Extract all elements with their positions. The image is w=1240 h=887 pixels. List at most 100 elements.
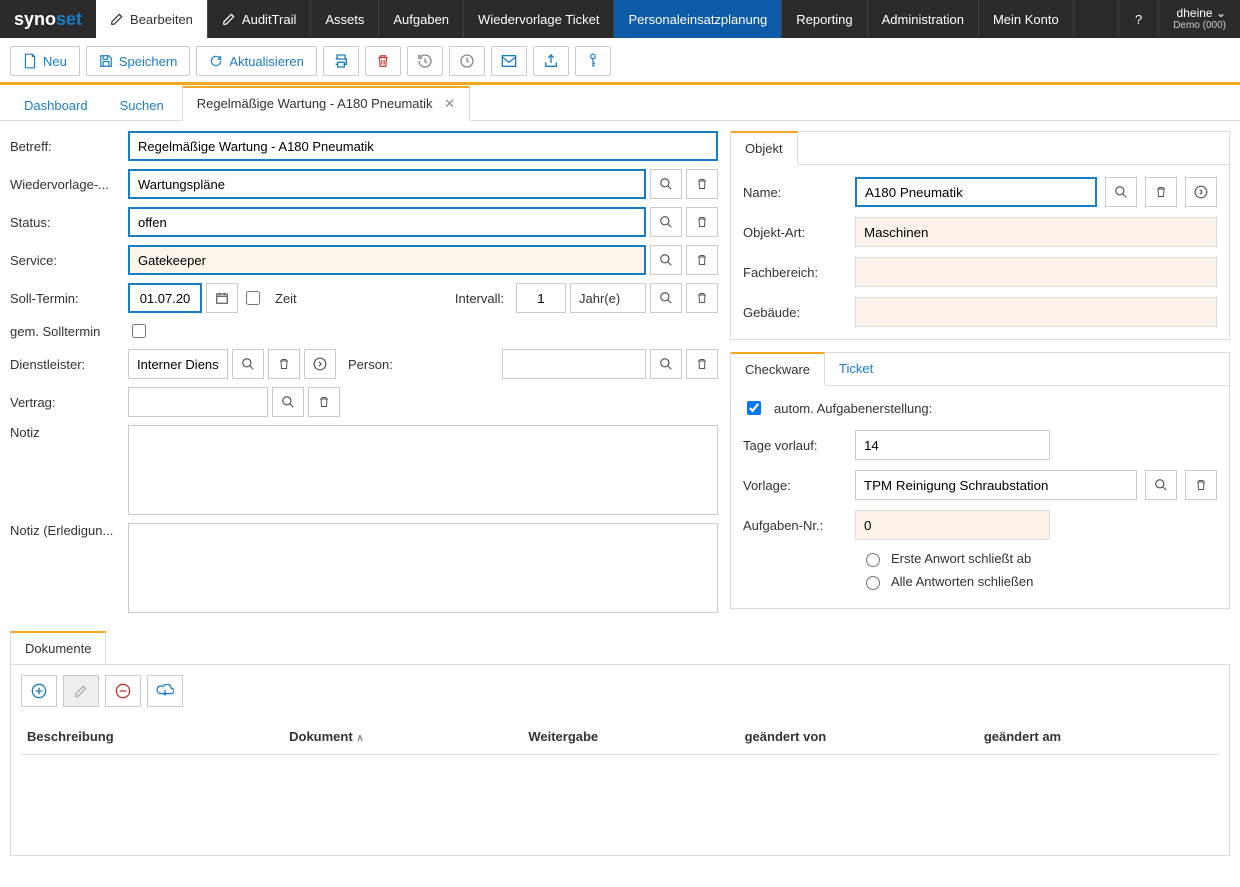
solltermin-calendar-button[interactable] [206, 283, 238, 313]
nav-help[interactable]: ? [1118, 0, 1159, 38]
status-delete-button[interactable] [686, 207, 718, 237]
delete-button[interactable] [365, 46, 401, 76]
nav-administration[interactable]: Administration [868, 0, 979, 38]
vertrag-input[interactable] [128, 387, 268, 417]
key-button[interactable] [575, 46, 611, 76]
nav-help-label: ? [1135, 12, 1142, 27]
wiedervorlage-input[interactable] [128, 169, 646, 199]
vorlage-input[interactable] [855, 470, 1137, 500]
objekt-name-go-button[interactable] [1185, 177, 1217, 207]
trash-icon [696, 177, 708, 191]
chevron-down-icon: ⌄ [1216, 6, 1226, 20]
wiedervorlage-delete-button[interactable] [686, 169, 718, 199]
nav-assets[interactable]: Assets [311, 0, 379, 38]
wiedervorlage-search-button[interactable] [650, 169, 682, 199]
service-search-button[interactable] [650, 245, 682, 275]
objekt-name-input[interactable] [855, 177, 1097, 207]
mail-icon [501, 54, 517, 68]
toolbar: Neu Speichern Aktualisieren [0, 38, 1240, 85]
notiz-erledigung-textarea[interactable] [128, 523, 718, 613]
col-beschreibung[interactable]: Beschreibung [27, 729, 279, 744]
intervall-delete-button[interactable] [686, 283, 718, 313]
status-input[interactable] [128, 207, 646, 237]
gebaeude-label: Gebäude: [743, 305, 847, 320]
neu-button[interactable]: Neu [10, 46, 80, 76]
intervall-input[interactable] [516, 283, 566, 313]
docs-empty-body [21, 755, 1219, 845]
speichern-button[interactable]: Speichern [86, 46, 191, 76]
nav-meinkonto[interactable]: Mein Konto [979, 0, 1074, 38]
col-geandert-von[interactable]: geändert von [745, 729, 974, 744]
subtab-active[interactable]: Regelmäßige Wartung - A180 Pneumatik ✕ [182, 86, 470, 121]
vorlage-delete-button[interactable] [1185, 470, 1217, 500]
objekt-name-delete-button[interactable] [1145, 177, 1177, 207]
person-delete-button[interactable] [686, 349, 718, 379]
dienstleister-label: Dienstleister: [10, 357, 120, 372]
close-icon[interactable]: ✕ [444, 96, 455, 111]
doc-add-button[interactable] [21, 675, 57, 707]
mail-button[interactable] [491, 46, 527, 76]
objekt-name-search-button[interactable] [1105, 177, 1137, 207]
person-input[interactable] [502, 349, 646, 379]
documents-tab[interactable]: Dokumente [10, 631, 106, 664]
col-weitergabe[interactable]: Weitergabe [528, 729, 734, 744]
dienstleister-go-button[interactable] [304, 349, 336, 379]
intervall-unit-select[interactable]: Jahr(e) [570, 283, 646, 313]
nav-audittrail[interactable]: AuditTrail [208, 0, 311, 38]
notiz-textarea[interactable] [128, 425, 718, 515]
doc-download-button[interactable] [147, 675, 183, 707]
vertrag-delete-button[interactable] [308, 387, 340, 417]
solltermin-input[interactable] [128, 283, 202, 313]
autom-checkbox[interactable] [747, 401, 761, 415]
arrow-right-icon [313, 357, 327, 371]
nav-reporting[interactable]: Reporting [782, 0, 867, 38]
intervall-search-button[interactable] [650, 283, 682, 313]
objekt-tab[interactable]: Objekt [731, 131, 798, 165]
print-button[interactable] [323, 46, 359, 76]
sort-asc-icon: ∧ [356, 733, 363, 744]
col-dokument[interactable]: Dokument ∧ [289, 729, 518, 744]
aktualisieren-button[interactable]: Aktualisieren [196, 46, 316, 76]
nav-personaleinsatz[interactable]: Personaleinsatzplanung [614, 0, 782, 38]
dienstleister-search-button[interactable] [232, 349, 264, 379]
gem-solltermin-checkbox[interactable] [132, 324, 146, 338]
nav-bearbeiten[interactable]: Bearbeiten [96, 0, 208, 38]
vertrag-search-button[interactable] [272, 387, 304, 417]
service-delete-button[interactable] [686, 245, 718, 275]
status-label: Status: [10, 215, 120, 230]
service-input[interactable] [128, 245, 646, 275]
doc-edit-button[interactable] [63, 675, 99, 707]
dienstleister-input[interactable] [128, 349, 228, 379]
checkware-tab[interactable]: Checkware [731, 352, 825, 386]
subtab-bar: Dashboard Suchen Regelmäßige Wartung - A… [0, 85, 1240, 121]
nav-aufgaben[interactable]: Aufgaben [379, 0, 464, 38]
nav-wiedervorlage[interactable]: Wiedervorlage Ticket [464, 0, 614, 38]
status-search-button[interactable] [650, 207, 682, 237]
vorlage-search-button[interactable] [1145, 470, 1177, 500]
subtab-suchen[interactable]: Suchen [106, 90, 178, 121]
nav-bearbeiten-label: Bearbeiten [130, 12, 193, 27]
share-button[interactable] [533, 46, 569, 76]
betreff-input[interactable] [128, 131, 718, 161]
col-geandert-am[interactable]: geändert am [984, 729, 1213, 744]
dienstleister-delete-button[interactable] [268, 349, 300, 379]
ticket-tab[interactable]: Ticket [825, 353, 888, 385]
document-icon [23, 53, 37, 69]
zeit-label: Zeit [275, 291, 297, 306]
user-menu[interactable]: dheine ⌄ Demo (000) [1159, 0, 1240, 38]
history-button[interactable] [407, 46, 443, 76]
radio-erste-antwort[interactable] [866, 553, 880, 567]
search-icon [241, 357, 255, 371]
edit-icon [222, 12, 236, 26]
person-search-button[interactable] [650, 349, 682, 379]
form-panel: Betreff: Wiedervorlage-... Status: Servi… [10, 131, 718, 621]
cloud-download-icon [156, 684, 174, 698]
zeit-checkbox[interactable] [246, 291, 260, 305]
doc-remove-button[interactable] [105, 675, 141, 707]
tage-vorlauf-input[interactable] [855, 430, 1050, 460]
trash-icon [1195, 478, 1207, 492]
radio-alle-antworten[interactable] [866, 576, 880, 590]
clock-button[interactable] [449, 46, 485, 76]
subtab-dashboard[interactable]: Dashboard [10, 90, 102, 121]
gem-solltermin-label: gem. Solltermin [10, 324, 120, 339]
